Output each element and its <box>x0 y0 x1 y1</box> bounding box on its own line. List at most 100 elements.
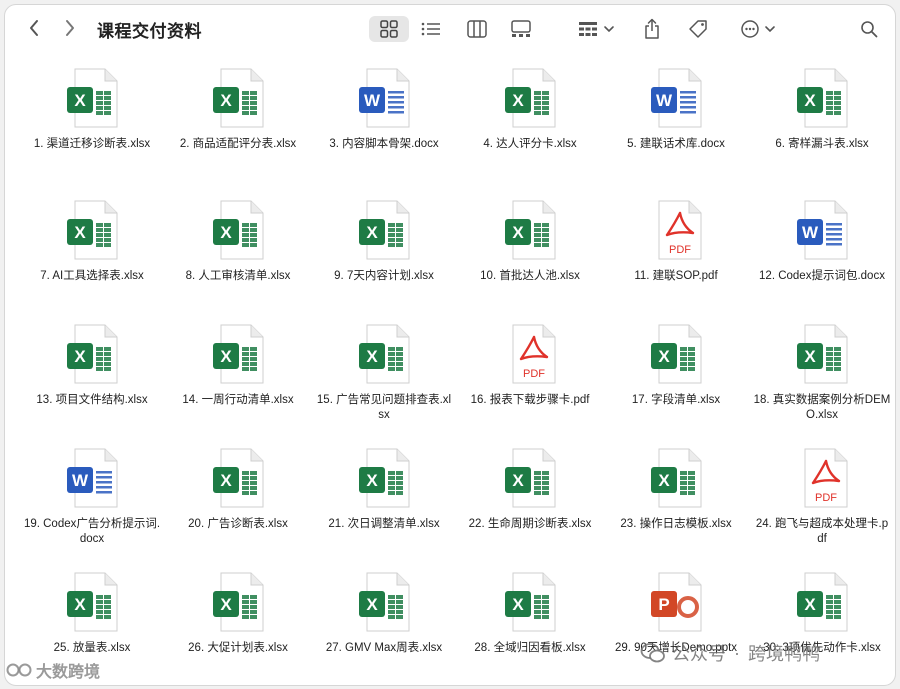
file-item[interactable]: X 4. 达人评分卡.xlsx <box>457 67 603 152</box>
grid-view-icon[interactable] <box>369 16 409 42</box>
file-item[interactable]: X 28. 全域归因看板.xlsx <box>457 571 603 656</box>
file-item[interactable]: X 13. 项目文件结构.xlsx <box>19 323 165 408</box>
file-item[interactable]: X 26. 大促计划表.xlsx <box>165 571 311 656</box>
group-by-icon[interactable] <box>575 16 619 42</box>
svg-text:X: X <box>512 595 524 614</box>
watermark-right-name: 跨境鸭鸭 <box>748 644 820 664</box>
tag-icon[interactable] <box>685 16 711 42</box>
file-item[interactable]: X 22. 生命周期诊断表.xlsx <box>457 447 603 532</box>
xlsx-file-icon: X <box>209 323 267 385</box>
file-item[interactable]: X 25. 放量表.xlsx <box>19 571 165 656</box>
svg-text:X: X <box>74 91 86 110</box>
file-name: 27. GMV Max周表.xlsx <box>325 642 443 654</box>
file-item[interactable]: X 18. 真实数据案例分析DEMO.xlsx <box>749 323 895 423</box>
search-icon[interactable] <box>857 16 881 42</box>
xlsx-file-icon: X <box>793 323 851 385</box>
window-title: 课程交付资料 <box>97 22 202 41</box>
file-name: 7. AI工具选择表.xlsx <box>40 270 144 282</box>
file-name: 23. 操作日志模板.xlsx <box>620 518 732 530</box>
file-item[interactable]: X 6. 寄样漏斗表.xlsx <box>749 67 895 152</box>
file-item[interactable]: X 21. 次日调整清单.xlsx <box>311 447 457 532</box>
xlsx-file-icon: X <box>209 67 267 129</box>
forward-chevron-icon[interactable] <box>59 17 81 39</box>
file-item[interactable]: X 2. 商品适配评分表.xlsx <box>165 67 311 152</box>
file-item[interactable]: W 19. Codex广告分析提示词.docx <box>19 447 165 547</box>
xlsx-file-icon: X <box>355 571 413 633</box>
file-name: 9. 7天内容计划.xlsx <box>334 270 434 282</box>
file-name: 17. 字段清单.xlsx <box>631 394 721 406</box>
docx-file-icon: W <box>355 67 413 129</box>
back-chevron-icon[interactable] <box>23 17 45 39</box>
file-item[interactable]: W 12. Codex提示词包.docx <box>749 199 895 284</box>
file-item[interactable]: X 9. 7天内容计划.xlsx <box>311 199 457 284</box>
svg-text:X: X <box>658 471 670 490</box>
xlsx-file-icon: X <box>501 199 559 261</box>
xlsx-file-icon: X <box>793 67 851 129</box>
file-item[interactable]: W 5. 建联话术库.docx <box>603 67 749 152</box>
svg-text:X: X <box>512 471 524 490</box>
file-item[interactable]: PDF 24. 跑飞与超成本处理卡.pdf <box>749 447 895 547</box>
column-view-icon[interactable] <box>463 16 491 42</box>
more-actions-icon[interactable] <box>739 16 781 42</box>
svg-text:X: X <box>220 471 232 490</box>
pdf-file-icon: PDF <box>501 323 559 385</box>
svg-text:X: X <box>220 223 232 242</box>
file-name: 15. 广告常见问题排查表.xlsx <box>316 394 452 421</box>
file-item[interactable]: PDF 16. 报表下载步骤卡.pdf <box>457 323 603 408</box>
file-name: 18. 真实数据案例分析DEMO.xlsx <box>753 394 891 421</box>
file-name: 24. 跑飞与超成本处理卡.pdf <box>755 518 889 545</box>
svg-text:PDF: PDF <box>523 368 545 380</box>
pptx-file-icon: P <box>647 571 705 633</box>
watermark-logo-icon <box>6 663 32 677</box>
svg-text:X: X <box>220 347 232 366</box>
file-name: 25. 放量表.xlsx <box>53 642 131 654</box>
list-view-icon[interactable] <box>417 16 445 42</box>
svg-text:X: X <box>512 223 524 242</box>
file-name: 6. 寄样漏斗表.xlsx <box>775 138 869 150</box>
file-item[interactable]: X 27. GMV Max周表.xlsx <box>311 571 457 656</box>
file-name: 20. 广告诊断表.xlsx <box>188 518 288 530</box>
svg-text:PDF: PDF <box>669 244 691 256</box>
file-item[interactable]: X 8. 人工审核清单.xlsx <box>165 199 311 284</box>
file-item[interactable]: X 20. 广告诊断表.xlsx <box>165 447 311 532</box>
svg-text:X: X <box>804 595 816 614</box>
share-icon[interactable] <box>639 16 665 42</box>
gallery-view-icon[interactable] <box>507 16 535 42</box>
file-item[interactable]: X 15. 广告常见问题排查表.xlsx <box>311 323 457 423</box>
file-name: 10. 首批达人池.xlsx <box>480 270 580 282</box>
file-item[interactable]: X 1. 渠道迁移诊断表.xlsx <box>19 67 165 152</box>
file-name: 3. 内容脚本骨架.docx <box>329 138 439 150</box>
svg-text:X: X <box>512 91 524 110</box>
xlsx-file-icon: X <box>501 447 559 509</box>
file-item[interactable]: PDF 11. 建联SOP.pdf <box>603 199 749 284</box>
watermark-right-prefix: 公众号 <box>672 644 726 664</box>
file-item[interactable]: X 17. 字段清单.xlsx <box>603 323 749 408</box>
file-item[interactable]: W 3. 内容脚本骨架.docx <box>311 67 457 152</box>
file-name: 26. 大促计划表.xlsx <box>188 642 288 654</box>
svg-text:W: W <box>364 91 381 110</box>
svg-text:X: X <box>366 347 378 366</box>
watermark-right-dot: · <box>734 642 740 663</box>
file-name: 16. 报表下载步骤卡.pdf <box>470 394 590 406</box>
svg-text:X: X <box>366 223 378 242</box>
toolbar: 课程交付资料 <box>5 5 895 51</box>
file-name: 19. Codex广告分析提示词.docx <box>23 518 161 545</box>
file-item[interactable]: X 23. 操作日志模板.xlsx <box>603 447 749 532</box>
file-item[interactable]: X 14. 一周行动清单.xlsx <box>165 323 311 408</box>
svg-text:X: X <box>366 595 378 614</box>
xlsx-file-icon: X <box>647 323 705 385</box>
file-name: 22. 生命周期诊断表.xlsx <box>468 518 592 530</box>
svg-text:PDF: PDF <box>815 492 837 504</box>
file-item[interactable]: X 10. 首批达人池.xlsx <box>457 199 603 284</box>
svg-text:X: X <box>366 471 378 490</box>
xlsx-file-icon: X <box>63 571 121 633</box>
docx-file-icon: W <box>63 447 121 509</box>
pdf-file-icon: PDF <box>793 447 851 509</box>
file-name: 2. 商品适配评分表.xlsx <box>179 138 297 150</box>
file-item[interactable]: X 7. AI工具选择表.xlsx <box>19 199 165 284</box>
xlsx-file-icon: X <box>501 571 559 633</box>
xlsx-file-icon: X <box>501 67 559 129</box>
pdf-file-icon: PDF <box>647 199 705 261</box>
svg-text:X: X <box>220 595 232 614</box>
file-name: 11. 建联SOP.pdf <box>634 270 718 282</box>
